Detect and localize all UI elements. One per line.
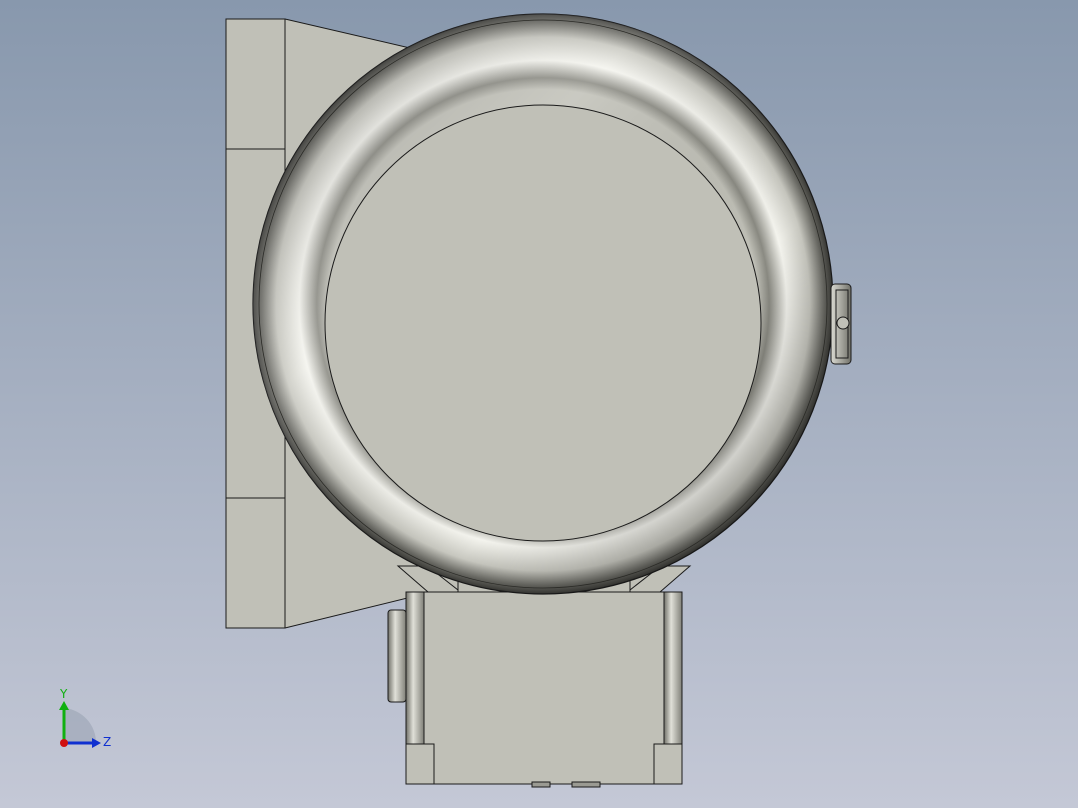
cable-gland[interactable] <box>387 609 407 703</box>
y-axis-label: Y <box>59 687 68 701</box>
motor-end-cap[interactable] <box>324 104 762 542</box>
side-plug[interactable] <box>830 283 852 365</box>
triad-base-arc <box>64 708 97 743</box>
coordinate-triad: Y Z <box>59 687 111 749</box>
model-viewport[interactable]: Y Z <box>0 0 1078 808</box>
z-axis-arrow <box>92 738 101 748</box>
x-axis-origin <box>60 739 68 747</box>
z-axis-label: Z <box>103 735 111 749</box>
y-axis-arrow <box>59 701 69 710</box>
terminal-box[interactable] <box>405 591 683 788</box>
gearmotor-model[interactable] <box>0 0 1078 808</box>
